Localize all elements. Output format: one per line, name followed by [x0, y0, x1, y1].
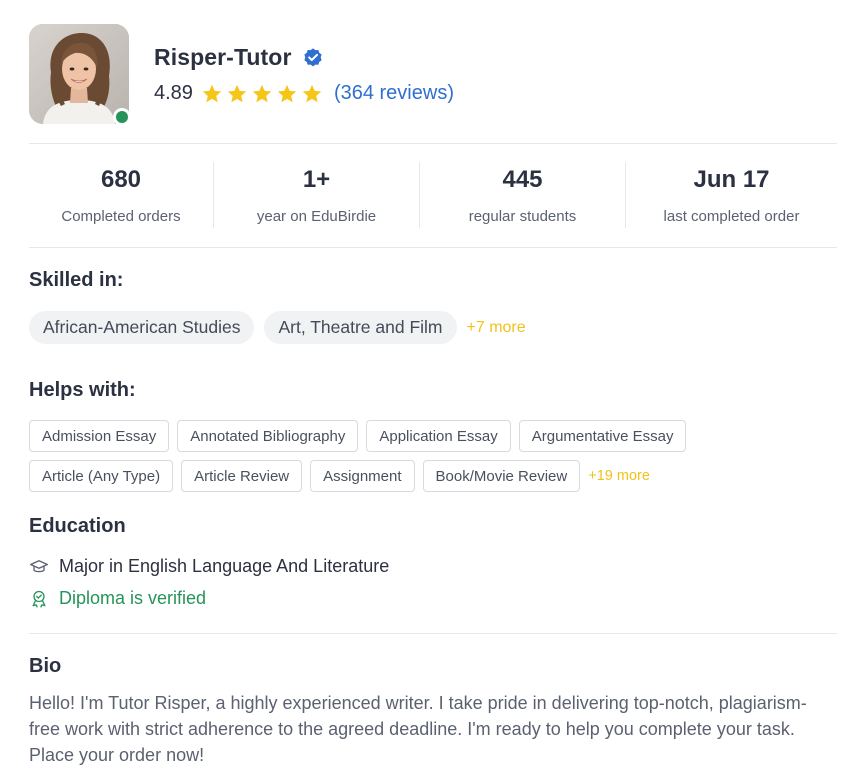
tutor-header: Risper-Tutor 4.89 (364 reviews) — [29, 24, 837, 126]
avatar-portrait — [29, 24, 129, 124]
education-heading: Education — [29, 515, 126, 537]
bio-heading: Bio — [29, 655, 62, 677]
stat-label: year on EduBirdie — [256, 208, 377, 225]
helps-with-row-1: Admission Essay Annotated Bibliography A… — [29, 420, 694, 452]
graduation-cap-icon — [30, 559, 48, 572]
reviews-link[interactable]: (364 reviews) — [334, 82, 454, 105]
stat-label: regular students — [468, 208, 577, 225]
divider — [29, 633, 837, 634]
diploma-verified-label: Diploma is verified — [59, 588, 207, 608]
stats-bar: 680 Completed orders 1+ year on EduBirdi… — [29, 162, 837, 230]
bio-text: Hello! I'm Tutor Risper, a highly experi… — [29, 693, 807, 765]
helps-more-link[interactable]: +19 more — [588, 468, 650, 484]
tutor-name[interactable]: Risper-Tutor — [154, 44, 292, 71]
skill-chip[interactable]: African-American Studies — [29, 311, 255, 344]
name-row: Risper-Tutor — [154, 44, 324, 71]
help-chip[interactable]: Application Essay — [366, 420, 511, 452]
online-status-dot — [113, 108, 131, 126]
stat-years: 1+ year on EduBirdie — [214, 162, 419, 230]
star-icon — [227, 84, 247, 102]
skill-chip[interactable]: Art, Theatre and Film — [264, 311, 457, 344]
star-icon — [202, 84, 222, 102]
skills-more-link[interactable]: +7 more — [467, 319, 526, 337]
help-chip[interactable]: Argumentative Essay — [518, 420, 687, 452]
help-chip[interactable]: Assignment — [310, 460, 415, 492]
stat-value: 1+ — [302, 166, 331, 193]
helps-with-row-2: Article (Any Type) Article Review Assign… — [29, 460, 650, 492]
verified-ribbon-icon — [32, 590, 46, 608]
stat-label: last completed order — [663, 208, 800, 225]
star-icon — [302, 84, 322, 102]
rating-stars — [201, 83, 326, 105]
verified-badge-icon — [303, 47, 322, 66]
help-chip[interactable]: Admission Essay — [29, 420, 170, 452]
rating-value: 4.89 — [154, 82, 193, 104]
education-diploma-row: Diploma is verified — [29, 588, 206, 609]
skilled-in-chips: African-American Studies Art, Theatre an… — [29, 311, 526, 344]
education-major-row: Major in English Language And Literature — [29, 556, 389, 577]
stat-completed-orders: 680 Completed orders — [29, 162, 213, 230]
skilled-in-heading: Skilled in: — [29, 269, 124, 291]
avatar[interactable] — [29, 24, 129, 124]
stat-value: 680 — [100, 166, 142, 193]
avatar-container[interactable] — [29, 24, 131, 126]
help-chip[interactable]: Article Review — [181, 460, 303, 492]
stat-value: Jun 17 — [693, 166, 770, 193]
divider — [29, 143, 837, 144]
divider — [29, 247, 837, 248]
stat-value: 445 — [502, 166, 543, 193]
education-major: Major in English Language And Literature — [59, 556, 390, 576]
help-chip[interactable]: Book/Movie Review — [422, 460, 581, 492]
star-icon — [277, 84, 297, 102]
stat-regular-students: 445 regular students — [420, 162, 625, 230]
stat-last-order: Jun 17 last completed order — [626, 162, 837, 230]
help-chip[interactable]: Article (Any Type) — [29, 460, 174, 492]
help-chip[interactable]: Annotated Bibliography — [177, 420, 359, 452]
stat-label: Completed orders — [61, 208, 181, 225]
helps-with-heading: Helps with: — [29, 379, 136, 401]
star-icon — [252, 84, 272, 102]
rating-row: 4.89 (364 reviews) — [154, 82, 454, 105]
